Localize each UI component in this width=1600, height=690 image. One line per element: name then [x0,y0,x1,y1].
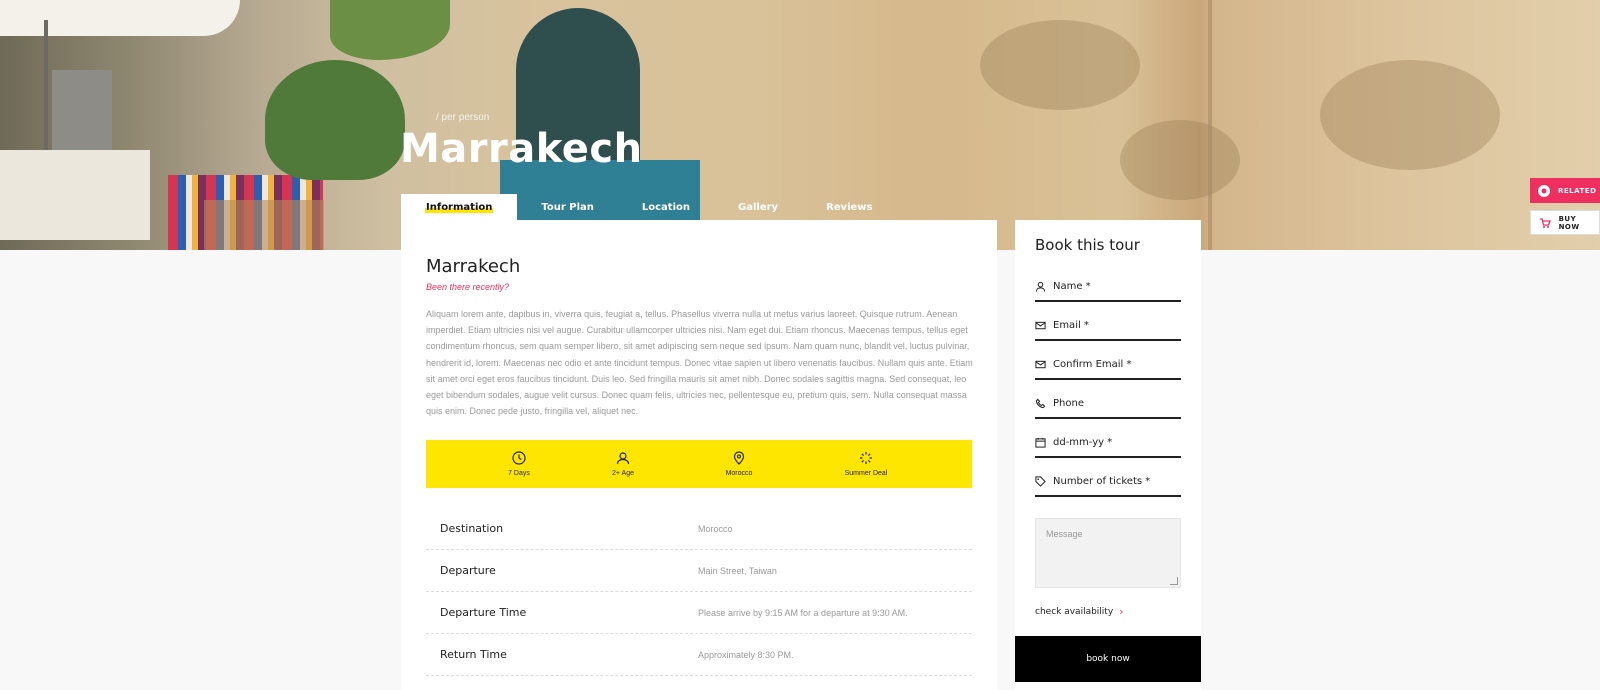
row-key: Departure [440,564,496,577]
tab-information[interactable]: Information [401,194,518,220]
price-per-person: / per person [436,112,490,123]
feature-deal: Summer Deal [826,440,906,488]
tour-information-card: Marrakech Been there recently? Aliquam l… [401,220,997,690]
booking-title: Book this tour [1035,236,1140,254]
table-row: Return Time Approximately 8:30 PM. [426,634,972,676]
envelope-icon [1035,358,1047,370]
tour-tabs: Information Tour Plan Location Gallery R… [401,194,896,220]
tour-description: Aliquam lorem ante, dapibus in, viverra … [426,309,973,417]
user-icon [616,452,630,465]
message-textarea[interactable]: Message [1035,518,1181,588]
row-value: Morocco [698,523,733,534]
clock-icon [512,451,526,465]
name-field[interactable]: Name * [1035,272,1181,302]
cart-icon [1537,215,1553,231]
row-value: Approximately 8:30 PM. [698,649,794,660]
table-row: Departure Time Please arrive by 9:15 AM … [426,592,972,634]
calendar-icon [1035,436,1047,448]
book-now-button[interactable]: book now [1015,636,1201,682]
feature-age: 2+ Age [583,440,663,488]
tickets-field[interactable]: Number of tickets * [1035,467,1181,497]
resize-handle[interactable] [1170,577,1178,585]
tag-icon [1035,475,1047,487]
row-key: Destination [440,522,504,535]
map-pin-icon [733,451,745,465]
confirm-email-field[interactable]: Confirm Email * [1035,350,1181,380]
related-icon [1536,183,1552,199]
tab-reviews[interactable]: Reviews [802,194,896,220]
been-there-link[interactable]: Been there recently? [426,282,509,292]
date-field[interactable]: dd-mm-yy * [1035,428,1181,458]
table-row: Destination Morocco [426,508,972,550]
row-value: Main Street, Taiwan [698,565,777,576]
table-row: Departure Main Street, Taiwan [426,550,972,592]
phone-icon [1035,397,1047,409]
feature-location: Morocco [699,440,779,488]
feature-bar: 7 Days 2+ Age Morocco Summer Deal [426,440,972,488]
tab-gallery[interactable]: Gallery [714,194,802,220]
sun-icon [860,452,872,464]
booking-panel: Book this tour Name * Email * Confirm Em… [1015,220,1201,690]
page-title: Marrakech [400,126,643,172]
tab-tour-plan[interactable]: Tour Plan [517,194,618,220]
check-availability-link[interactable]: check availability › [1035,605,1124,618]
tour-details-table: Destination Morocco Departure Main Stree… [426,508,972,676]
tour-title: Marrakech [426,256,521,277]
phone-field[interactable]: Phone [1035,389,1181,419]
hero-image-umbrella [0,0,240,36]
related-button[interactable]: RELATED [1530,178,1600,203]
chevron-right-icon: › [1119,605,1124,618]
buy-now-button[interactable]: BUY NOW [1530,210,1600,235]
row-key: Departure Time [440,606,527,619]
user-icon [1035,280,1047,292]
tab-location[interactable]: Location [618,194,714,220]
feature-duration: 7 Days [479,440,559,488]
row-key: Return Time [440,648,507,661]
email-field[interactable]: Email * [1035,311,1181,341]
row-value: Please arrive by 9:15 AM for a departure… [698,607,908,618]
envelope-icon [1035,319,1047,331]
